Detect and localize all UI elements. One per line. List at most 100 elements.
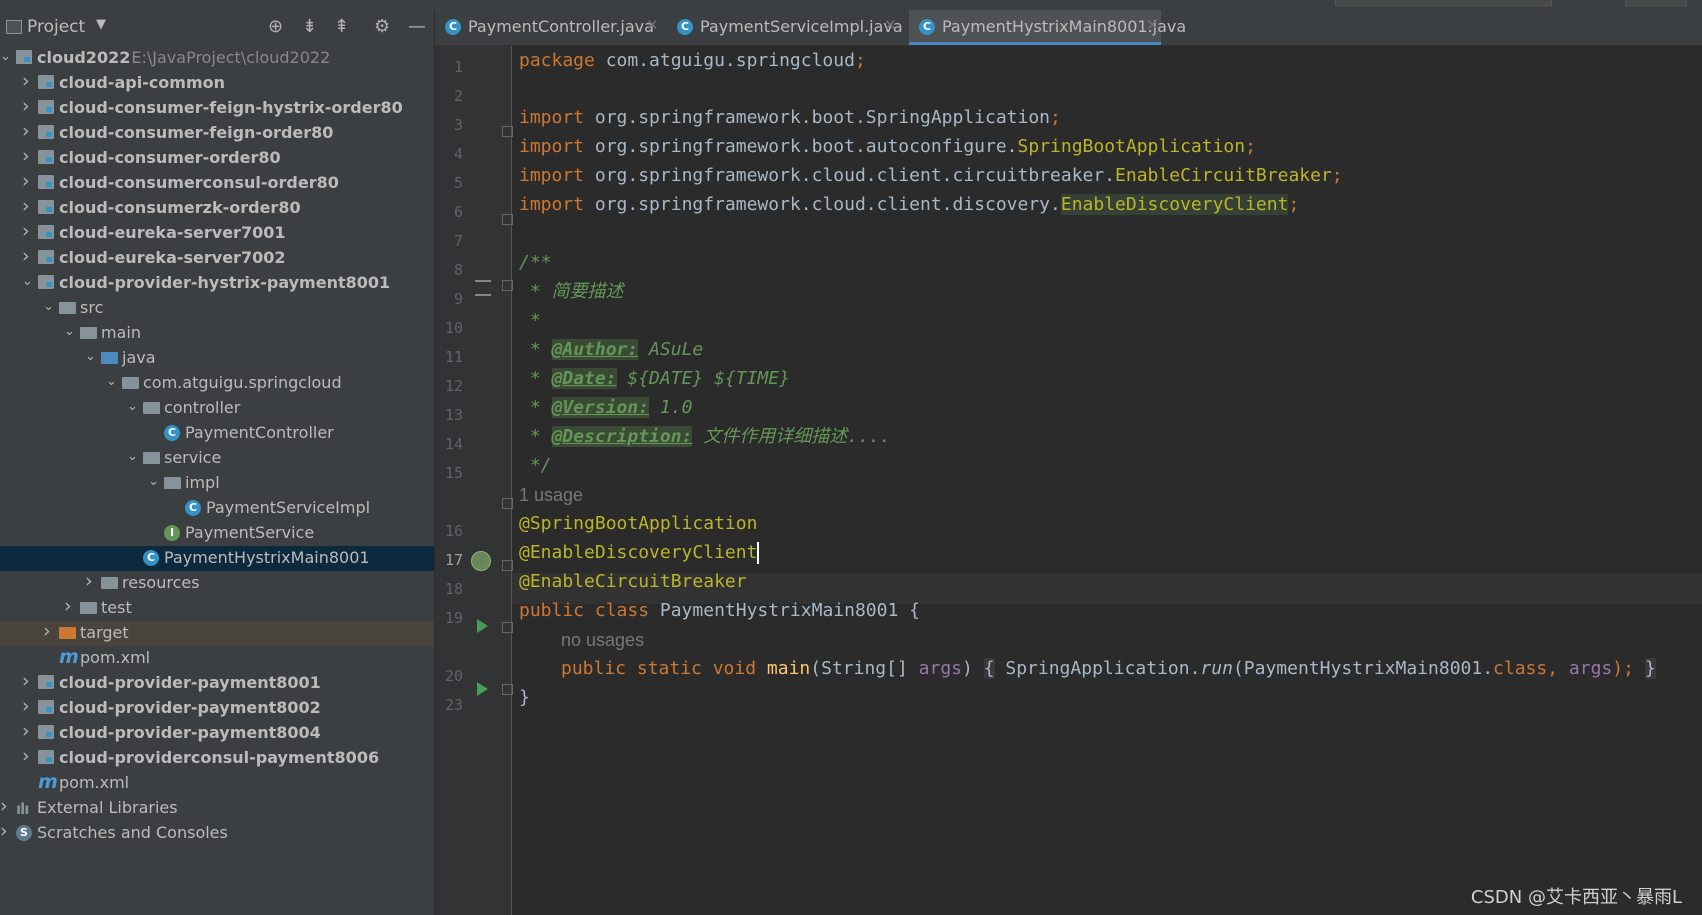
fold-annotations-icon[interactable] [502, 560, 513, 571]
spring-bean-icon[interactable] [471, 551, 491, 571]
tree-item-cloud-consumerzk-order80[interactable]: › cloud-consumerzk-order80 [0, 195, 434, 221]
tree-item-cloud-provider-payment8002[interactable]: › cloud-provider-payment8002 [0, 695, 434, 721]
usage-hint[interactable]: 1 usage [519, 480, 583, 510]
tree-item-label: service [164, 448, 222, 467]
chevron-down-icon[interactable]: ⌄ [64, 324, 75, 339]
tree-item-label: com.atguigu.springcloud [143, 373, 342, 392]
view-mode-dropdown-icon[interactable]: ▼ [96, 17, 106, 32]
run-class-icon[interactable] [477, 619, 488, 633]
chevron-down-icon[interactable]: ⌄ [106, 374, 117, 389]
tree-item-cloud-consumer-feign-order80[interactable]: › cloud-consumer-feign-order80 [0, 120, 434, 146]
tree-item-cloud-provider-payment8004[interactable]: › cloud-provider-payment8004 [0, 720, 434, 746]
tab-payment-hystrix-main[interactable]: C PaymentHystrixMain8001.java ✕ [909, 10, 1186, 45]
tree-item-paymentserviceimpl[interactable]: C PaymentServiceImpl [0, 496, 434, 521]
code-line-5: import org.springframework.cloud.client.… [519, 165, 1343, 186]
chevron-right-icon[interactable]: › [0, 820, 8, 842]
run-config-selector[interactable] [1335, 0, 1552, 6]
package-icon [143, 402, 160, 414]
tree-item-label: cloud-consumer-feign-order80 [59, 123, 334, 142]
spring-class-icon: C [143, 550, 159, 566]
chevron-down-icon[interactable]: ⌄ [148, 474, 159, 489]
close-tab-icon[interactable]: ✕ [884, 16, 897, 34]
tree-item-controller[interactable]: ⌄ controller [0, 396, 434, 421]
tree-item-cloud-consumerconsul-order80[interactable]: › cloud-consumerconsul-order80 [0, 170, 434, 196]
run-main-icon[interactable] [477, 682, 488, 696]
chevron-right-icon[interactable]: › [22, 720, 30, 742]
chevron-right-icon[interactable]: › [22, 670, 30, 692]
chevron-down-icon[interactable]: ⌄ [127, 449, 138, 464]
project-tool-window: Project ▼ ⊕ ⇟ ⇞ ⚙ — ⌄ cloud2022 E:\JavaPro… [0, 10, 435, 915]
chevron-right-icon[interactable]: › [22, 95, 30, 117]
locate-file-icon[interactable]: ⊕ [268, 16, 283, 37]
tree-item-cloud-provider-payment8001[interactable]: › cloud-provider-payment8001 [0, 670, 434, 696]
close-tab-icon[interactable]: ✕ [646, 16, 659, 34]
java-class-icon: C [677, 19, 693, 35]
chevron-down-icon[interactable]: ⌄ [0, 49, 11, 64]
gear-icon[interactable]: ⚙ [374, 16, 390, 37]
tree-item-label: main [101, 323, 141, 342]
tree-item-pom-xml[interactable]: m pom.xml [0, 771, 434, 796]
project-panel-title[interactable]: Project [27, 17, 85, 37]
tree-item-resources[interactable]: › resources [0, 570, 434, 596]
chevron-right-icon[interactable]: › [22, 145, 30, 167]
tree-item-paymentcontroller[interactable]: C PaymentController [0, 421, 434, 446]
tree-item-impl[interactable]: ⌄ impl [0, 471, 434, 496]
tree-item-target[interactable]: › target [0, 620, 434, 646]
tree-item-cloud-consumer-feign-hystrix-order80[interactable]: › cloud-consumer-feign-hystrix-order80 [0, 95, 434, 121]
expand-all-icon[interactable]: ⇟ [302, 16, 317, 37]
chevron-down-icon[interactable]: ⌄ [85, 349, 96, 364]
tree-item-service[interactable]: ⌄ service [0, 446, 434, 471]
fold-method-icon[interactable] [502, 684, 513, 695]
tree-item-cloud-consumer-order80[interactable]: › cloud-consumer-order80 [0, 145, 434, 171]
fold-doc-end-icon[interactable] [502, 498, 513, 509]
chevron-right-icon[interactable]: › [64, 595, 72, 617]
chevron-down-icon[interactable]: ⌄ [22, 274, 33, 289]
chevron-right-icon[interactable]: › [22, 120, 30, 142]
chevron-down-icon[interactable]: ⌄ [43, 299, 54, 314]
chevron-down-icon[interactable]: ⌄ [127, 399, 138, 414]
chevron-right-icon[interactable]: › [85, 570, 93, 592]
chevron-right-icon[interactable]: › [22, 220, 30, 242]
close-tab-icon[interactable]: ✕ [1146, 16, 1159, 34]
tree-item-java[interactable]: ⌄ java [0, 346, 434, 371]
chevron-right-icon[interactable]: › [22, 195, 30, 217]
collapse-all-icon[interactable]: ⇞ [334, 16, 349, 37]
rendered-doc-toggle-icon[interactable] [475, 280, 491, 296]
hide-panel-icon[interactable]: — [408, 16, 426, 37]
tree-item-test[interactable]: › test [0, 595, 434, 621]
tree-item-scratches-and-consoles[interactable]: › S Scratches and Consoles [0, 820, 434, 846]
tree-item-cloud-eureka-server7002[interactable]: › cloud-eureka-server7002 [0, 245, 434, 271]
tree-item-paymenthystrixmain8001[interactable]: C PaymentHystrixMain8001 [0, 546, 434, 571]
fold-annotations-end-icon[interactable] [502, 622, 513, 633]
fold-imports-icon[interactable] [502, 126, 513, 137]
tree-item-paymentservice[interactable]: I PaymentService [0, 521, 434, 546]
tree-item-pom-xml[interactable]: m pom.xml [0, 646, 434, 671]
tab-payment-service-impl[interactable]: C PaymentServiceImpl.java ✕ [667, 10, 903, 43]
fold-imports-end-icon[interactable] [502, 214, 513, 225]
chevron-right-icon[interactable]: › [22, 70, 30, 92]
line-number: 20 [444, 667, 463, 685]
tree-item-cloud-api-common[interactable]: › cloud-api-common [0, 70, 434, 96]
chevron-right-icon[interactable]: › [43, 620, 51, 642]
tree-item-cloud-provider-hystrix-payment8001[interactable]: ⌄ cloud-provider-hystrix-payment8001 [0, 271, 434, 296]
module-icon [38, 675, 54, 689]
tree-item-cloud-providerconsul-payment8006[interactable]: › cloud-providerconsul-payment8006 [0, 745, 434, 771]
no-usages-hint[interactable]: no usages [561, 625, 644, 655]
search-everywhere[interactable] [1625, 0, 1687, 6]
chevron-right-icon[interactable]: › [22, 745, 30, 767]
tab-payment-controller[interactable]: C PaymentController.java ✕ [435, 10, 659, 43]
chevron-right-icon[interactable]: › [22, 170, 30, 192]
chevron-right-icon[interactable]: › [22, 245, 30, 267]
tree-item-main[interactable]: ⌄ main [0, 321, 434, 346]
tree-item-cloud-eureka-server7001[interactable]: › cloud-eureka-server7001 [0, 220, 434, 246]
tree-item-cloud2022[interactable]: ⌄ cloud2022 E:\JavaProject\cloud2022 [0, 46, 434, 71]
chevron-right-icon[interactable]: › [0, 795, 8, 817]
line-number: 23 [444, 696, 463, 714]
tree-item-external-libraries[interactable]: › ılı External Libraries [0, 795, 434, 821]
tree-item-com-atguigu-springcloud[interactable]: ⌄ com.atguigu.springcloud [0, 371, 434, 396]
editor-gutter[interactable]: 1 2 3 4 5 6 7 8 9 10 11 12 13 14 15 16 17 18 19 20 23 [435, 46, 511, 915]
code-line-11: * @Author: ASuLe [519, 339, 704, 360]
tree-item-src[interactable]: ⌄ src [0, 296, 434, 321]
chevron-right-icon[interactable]: › [22, 695, 30, 717]
fold-doc-icon[interactable] [502, 280, 513, 291]
